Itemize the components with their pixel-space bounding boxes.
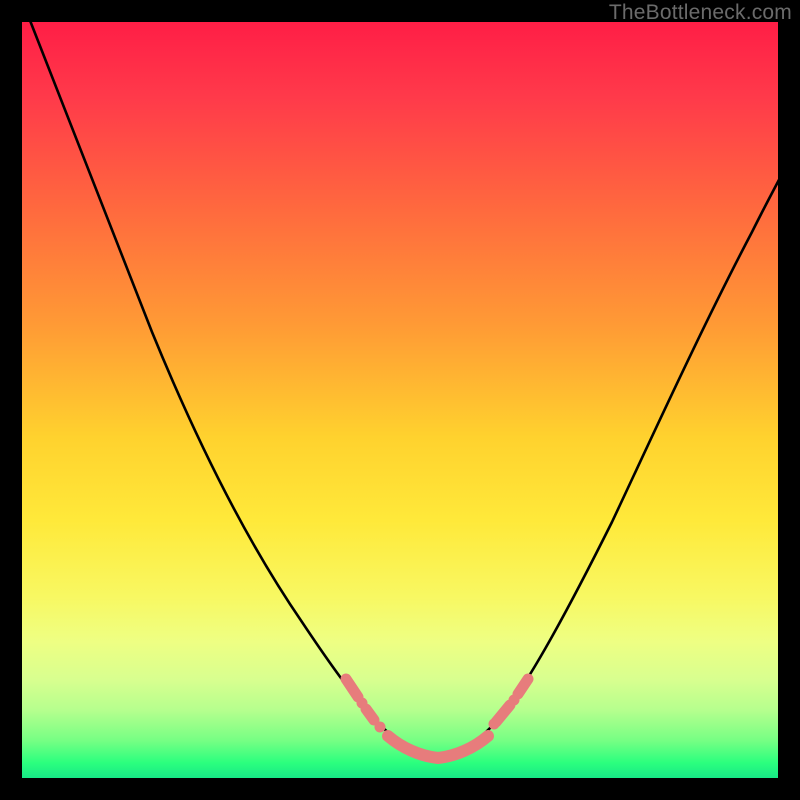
valley-dots (357, 695, 520, 733)
plot-area (22, 22, 778, 778)
chart-stage: TheBottleneck.com (0, 0, 800, 800)
bottleneck-curve (22, 0, 782, 758)
valley-markers (346, 679, 528, 758)
curve-svg (22, 22, 778, 778)
watermark-text: TheBottleneck.com (609, 1, 792, 25)
